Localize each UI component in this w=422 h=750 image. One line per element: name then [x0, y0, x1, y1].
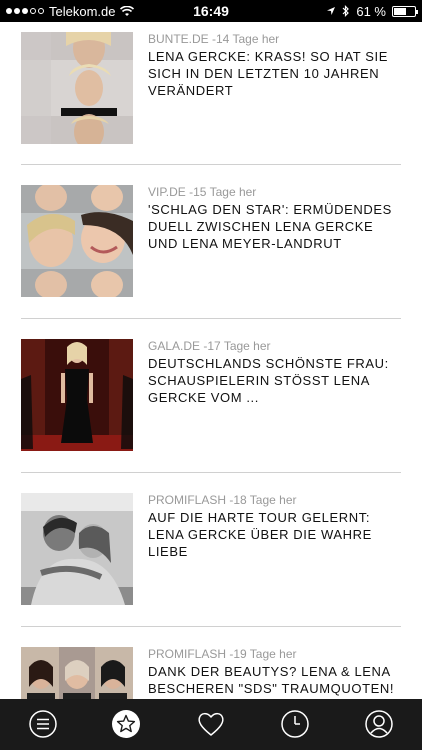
profile-icon [365, 710, 393, 738]
list-item[interactable]: BUNTE.DE -14 Tage her LENA GERCKE: KRASS… [21, 32, 401, 144]
news-feed[interactable]: BUNTE.DE -14 Tage her LENA GERCKE: KRASS… [0, 22, 422, 699]
menu-icon [29, 710, 57, 738]
portrait-image [21, 493, 133, 605]
clock-icon [281, 710, 309, 738]
article-thumbnail[interactable] [21, 493, 133, 605]
status-bar: Telekom.de 16:49 61 % [0, 0, 422, 22]
tab-bar [0, 699, 422, 750]
divider [21, 626, 401, 627]
portrait-image [21, 339, 133, 451]
portrait-image [21, 185, 133, 297]
list-item[interactable]: PROMIFLASH -19 Tage her DANK DER BEAUTYS… [21, 647, 401, 699]
star-icon [112, 710, 140, 738]
article-title[interactable]: DANK DER BEAUTYS? LENA & LENA BESCHEREN … [148, 663, 403, 697]
portrait-image [21, 32, 133, 144]
article-meta: GALA.DE -17 Tage her [148, 339, 271, 353]
article-title[interactable]: LENA GERCKE: KRASS! SO HAT SIE SICH IN D… [148, 48, 403, 99]
article-thumbnail[interactable] [21, 647, 133, 699]
article-meta: BUNTE.DE -14 Tage her [148, 32, 280, 46]
article-title[interactable]: DEUTSCHLANDS SCHÖNSTE FRAU: SCHAUSPIELER… [148, 355, 403, 406]
article-meta: PROMIFLASH -19 Tage her [148, 647, 297, 661]
heart-icon [198, 712, 224, 736]
battery-icon [392, 5, 418, 17]
list-item[interactable]: PROMIFLASH -18 Tage her AUF DIE HARTE TO… [21, 493, 401, 605]
article-title[interactable]: AUF DIE HARTE TOUR GELERNT: LENA GERCKE … [148, 509, 403, 560]
divider [21, 472, 401, 473]
article-thumbnail[interactable] [21, 32, 133, 144]
article-thumbnail[interactable] [21, 339, 133, 451]
location-icon [327, 7, 336, 15]
article-meta: PROMIFLASH -18 Tage her [148, 493, 297, 507]
tab-history[interactable] [280, 709, 310, 739]
article-meta: VIP.DE -15 Tage her [148, 185, 257, 199]
tab-favorites-star[interactable] [111, 709, 141, 739]
article-title[interactable]: 'SCHLAG DEN STAR': ERMÜDENDES DUELL ZWIS… [148, 201, 403, 252]
tab-likes[interactable] [196, 709, 226, 739]
tab-profile[interactable] [364, 709, 394, 739]
status-right: 61 % [326, 0, 418, 22]
portrait-image [21, 647, 133, 699]
tab-menu[interactable] [28, 709, 58, 739]
list-item[interactable]: VIP.DE -15 Tage her 'SCHLAG DEN STAR': E… [21, 185, 401, 297]
list-item[interactable]: GALA.DE -17 Tage her DEUTSCHLANDS SCHÖNS… [21, 339, 401, 451]
battery-percent: 61 % [356, 3, 386, 19]
divider [21, 164, 401, 165]
article-thumbnail[interactable] [21, 185, 133, 297]
bluetooth-icon [342, 5, 350, 17]
divider [21, 318, 401, 319]
